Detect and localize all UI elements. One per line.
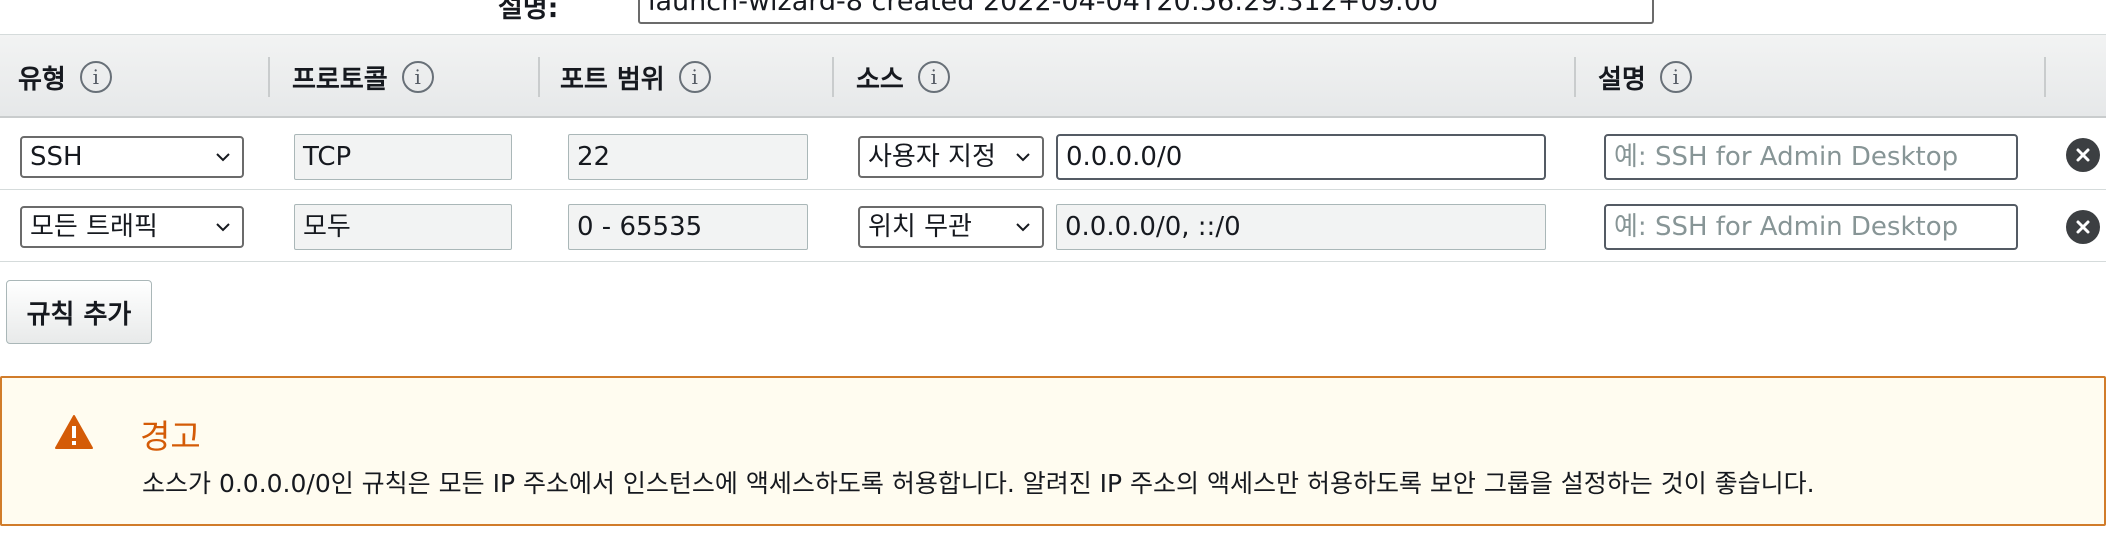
- close-icon: [2076, 148, 2090, 162]
- column-divider: [538, 57, 540, 97]
- source-select-value: 사용자 지정: [868, 142, 996, 172]
- source-select[interactable]: 사용자 지정: [858, 136, 1044, 178]
- type-select-value: SSH: [30, 142, 83, 172]
- chevron-down-icon: [216, 153, 230, 162]
- column-divider: [268, 57, 270, 97]
- port-range-field: 22: [568, 134, 808, 180]
- source-cidr-input[interactable]: 0.0.0.0/0: [1056, 134, 1546, 180]
- chevron-down-icon: [1016, 223, 1030, 232]
- info-icon[interactable]: i: [678, 61, 711, 93]
- source-cidr-field: 0.0.0.0/0, ::/0: [1056, 204, 1546, 250]
- info-icon[interactable]: i: [401, 61, 434, 93]
- column-header-label: 포트 범위: [560, 64, 665, 95]
- close-icon: [2076, 220, 2090, 234]
- column-header-source: 소스 i: [856, 35, 950, 119]
- warning-message: 소스가 0.0.0.0/0인 규칙은 모든 IP 주소에서 인스턴스에 액세스하…: [142, 469, 1815, 498]
- source-select[interactable]: 위치 무관: [858, 206, 1044, 248]
- column-header-label: 소스: [856, 64, 904, 95]
- add-rule-button[interactable]: 규칙 추가: [6, 280, 152, 344]
- info-icon[interactable]: i: [917, 61, 950, 93]
- description-label: 설명:: [498, 0, 559, 24]
- column-header-label: 설명: [1598, 64, 1646, 95]
- column-header-label: 프로토콜: [292, 64, 388, 95]
- column-header-protocol: 프로토콜 i: [292, 35, 434, 119]
- info-icon[interactable]: i: [1659, 61, 1692, 93]
- column-divider: [1574, 57, 1576, 97]
- chevron-down-icon: [1016, 153, 1030, 162]
- column-divider: [2044, 57, 2046, 97]
- port-range-field: 0 - 65535: [568, 204, 808, 250]
- description-input[interactable]: 예: SSH for Admin Desktop: [1604, 134, 2018, 180]
- column-header-type: 유형 i: [18, 35, 112, 119]
- remove-rule-button[interactable]: [2066, 210, 2100, 244]
- rules-table-header: 유형 i 프로토콜 i 포트 범위 i 소스 i 설명 i: [0, 34, 2106, 118]
- description-row: 설명: launch-wizard-8 created 2022-04-04T2…: [0, 0, 2106, 26]
- column-header-label: 유형: [18, 64, 66, 95]
- column-header-description: 설명 i: [1598, 35, 1692, 119]
- info-icon[interactable]: i: [79, 61, 112, 93]
- column-header-port-range: 포트 범위 i: [560, 35, 711, 119]
- rule-row: SSH TCP 22 사용자 지정 0.0.0.0/0 예: SSH for A…: [0, 118, 2106, 190]
- description-input[interactable]: 예: SSH for Admin Desktop: [1604, 204, 2018, 250]
- warning-alert: 경고 소스가 0.0.0.0/0인 규칙은 모든 IP 주소에서 인스턴스에 액…: [0, 376, 2106, 526]
- type-select-value: 모든 트래픽: [30, 212, 158, 242]
- protocol-field: 모두: [294, 204, 512, 250]
- type-select[interactable]: 모든 트래픽: [20, 206, 244, 248]
- chevron-down-icon: [216, 223, 230, 232]
- remove-rule-button[interactable]: [2066, 138, 2100, 172]
- type-select[interactable]: SSH: [20, 136, 244, 178]
- warning-icon: [55, 415, 93, 449]
- protocol-field: TCP: [294, 134, 512, 180]
- source-select-value: 위치 무관: [868, 212, 972, 242]
- rule-row: 모든 트래픽 모두 0 - 65535 위치 무관 0.0.0.0/0, ::/…: [0, 190, 2106, 262]
- warning-title: 경고: [140, 417, 201, 456]
- column-divider: [832, 57, 834, 97]
- description-input[interactable]: launch-wizard-8 created 2022-04-04T20:56…: [638, 0, 1654, 24]
